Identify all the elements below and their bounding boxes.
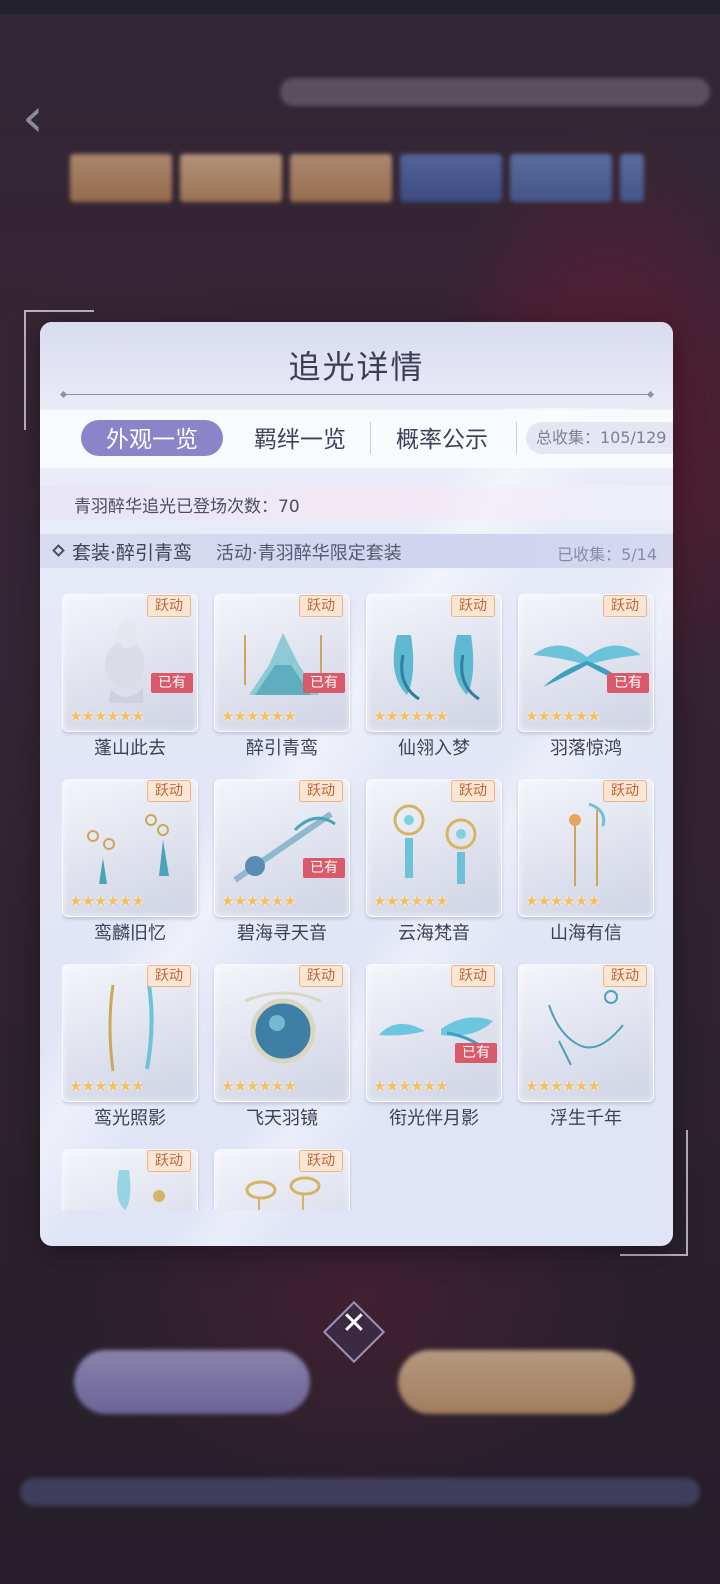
item-card[interactable]: 跃动已有 ★★★★★★ 碧海寻天音 [214, 779, 350, 944]
set-subtitle: 活动·青羽醉华限定套装 [216, 543, 402, 564]
event-badge: 跃动 [451, 965, 495, 987]
item-thumbnail: 跃动 ★★★★★★ [518, 779, 654, 917]
event-badge: 跃动 [603, 965, 647, 987]
star-rating: ★★★★★★ [69, 1077, 145, 1095]
item-name: 鸾麟旧忆 [94, 923, 166, 944]
item-thumbnail: 跃动 [62, 1149, 198, 1210]
tab-bonds[interactable]: 羁绊一览 [230, 420, 370, 456]
appearance-count-strip: 青羽醉华追光已登场次数：70 [40, 486, 673, 520]
title-divider [64, 394, 650, 395]
item-card[interactable]: 跃动已有 ★★★★★★ 蓬山此去 [62, 594, 198, 759]
item-thumbnail: 跃动已有 ★★★★★★ [518, 594, 654, 732]
item-name: 云海梵音 [398, 923, 470, 944]
set-collected-count: 已收集：5/14 [557, 545, 657, 564]
item-thumbnail: 跃动已有 ★★★★★★ [366, 964, 502, 1102]
star-rating: ★★★★★★ [221, 1077, 297, 1095]
item-card[interactable]: 跃动 ★★★★★★ 山海有信 [518, 779, 654, 944]
item-name: 醉引青鸾 [246, 738, 318, 759]
tab-appearance[interactable]: 外观一览 [81, 420, 223, 456]
event-badge: 跃动 [451, 780, 495, 802]
event-badge: 跃动 [147, 965, 191, 987]
star-rating: ★★★★★★ [373, 707, 449, 725]
item-name: 碧海寻天音 [237, 923, 327, 944]
appearance-count-text: 青羽醉华追光已登场次数：70 [74, 497, 300, 517]
star-rating: ★★★★★★ [373, 892, 449, 910]
item-card[interactable]: 跃动 ★★★★★★ 仙翎入梦 [366, 594, 502, 759]
tab-bar: 外观一览 羁绊一览 概率公示 总收集：105/129 [40, 410, 673, 468]
item-name: 鸾光照影 [94, 1108, 166, 1129]
event-badge: 跃动 [451, 595, 495, 617]
tab-divider [516, 422, 517, 454]
close-icon[interactable]: ✕ [330, 1306, 378, 1356]
owned-badge: 已有 [303, 673, 345, 693]
item-name: 仙翎入梦 [398, 738, 470, 759]
panel-title: 追光详情 [288, 348, 425, 386]
tab-probability[interactable]: 概率公示 [374, 420, 510, 456]
star-rating: ★★★★★★ [221, 892, 297, 910]
item-name: 飞天羽镜 [246, 1108, 318, 1129]
tab-divider [370, 422, 371, 454]
item-thumbnail: 跃动已有 ★★★★★★ [62, 594, 198, 732]
item-card[interactable]: 跃动 [62, 1149, 198, 1210]
set-header: 套装·醉引青鸾 活动·青羽醉华限定套装 已收集：5/14 [40, 534, 673, 568]
item-name: 蓬山此去 [94, 738, 166, 759]
item-name: 浮生千年 [550, 1108, 622, 1129]
item-card[interactable]: 跃动已有 ★★★★★★ 醉引青鸾 [214, 594, 350, 759]
item-card[interactable]: 跃动已有 ★★★★★★ 羽落惊鸿 [518, 594, 654, 759]
item-thumbnail: 跃动已有 ★★★★★★ [214, 779, 350, 917]
item-name: 山海有信 [550, 923, 622, 944]
owned-badge: 已有 [455, 1043, 497, 1063]
total-collection-badge: 总收集：105/129 [526, 422, 673, 454]
item-thumbnail: 跃动 ★★★★★★ [518, 964, 654, 1102]
item-thumbnail: 跃动 [214, 1149, 350, 1210]
owned-badge: 已有 [303, 858, 345, 878]
star-rating: ★★★★★★ [525, 707, 601, 725]
item-card[interactable]: 跃动 ★★★★★★ 飞天羽镜 [214, 964, 350, 1129]
item-grid: 跃动 已有 ★★★★★★ 蓬山此去 跃动 已有 ★★★★★★ 醉引青鸾 跃动 ★★★★★★ 仙翎入梦… [62, 594, 662, 1210]
panel-header: 追光详情 [40, 322, 673, 408]
item-card[interactable]: 跃动 ★★★★★★ 云海梵音 [366, 779, 502, 944]
event-badge: 跃动 [147, 780, 191, 802]
item-card[interactable]: 跃动 [214, 1149, 350, 1210]
item-thumbnail: 跃动 ★★★★★★ [366, 779, 502, 917]
event-badge: 跃动 [603, 780, 647, 802]
diamond-icon [52, 544, 65, 557]
item-card[interactable]: 跃动 ★★★★★★ 鸾麟旧忆 [62, 779, 198, 944]
event-badge: 跃动 [299, 965, 343, 987]
star-rating: ★★★★★★ [69, 707, 145, 725]
event-badge: 跃动 [299, 1150, 343, 1172]
item-card[interactable]: 跃动已有 ★★★★★★ 衔光伴月影 [366, 964, 502, 1129]
star-rating: ★★★★★★ [69, 892, 145, 910]
owned-badge: 已有 [151, 673, 193, 693]
item-card[interactable]: 跃动 ★★★★★★ 浮生千年 [518, 964, 654, 1129]
item-name: 羽落惊鸿 [550, 738, 622, 759]
detail-panel: 追光详情 外观一览 羁绊一览 概率公示 总收集：105/129 青羽醉华追光已登… [40, 322, 673, 1246]
star-rating: ★★★★★★ [221, 707, 297, 725]
event-badge: 跃动 [299, 780, 343, 802]
event-badge: 跃动 [147, 1150, 191, 1172]
event-badge: 跃动 [299, 595, 343, 617]
item-name: 衔光伴月影 [389, 1108, 479, 1129]
item-thumbnail: 跃动 ★★★★★★ [366, 594, 502, 732]
star-rating: ★★★★★★ [525, 1077, 601, 1095]
item-thumbnail: 跃动 ★★★★★★ [62, 779, 198, 917]
event-badge: 跃动 [147, 595, 191, 617]
owned-badge: 已有 [607, 673, 649, 693]
item-thumbnail: 跃动已有 ★★★★★★ [214, 594, 350, 732]
item-thumbnail: 跃动 ★★★★★★ [62, 964, 198, 1102]
set-name: 套装·醉引青鸾 [72, 542, 193, 564]
star-rating: ★★★★★★ [525, 892, 601, 910]
item-thumbnail: 跃动 ★★★★★★ [214, 964, 350, 1102]
star-rating: ★★★★★★ [373, 1077, 449, 1095]
item-card[interactable]: 跃动 ★★★★★★ 鸾光照影 [62, 964, 198, 1129]
event-badge: 跃动 [603, 595, 647, 617]
